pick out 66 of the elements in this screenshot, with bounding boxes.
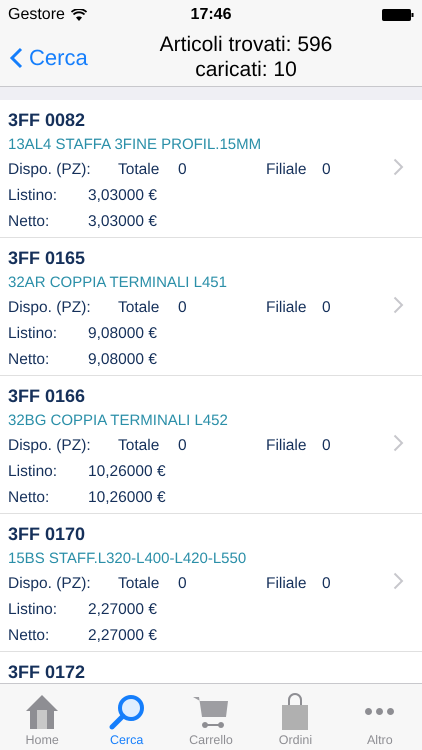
total-label: Totale xyxy=(118,437,160,455)
tab-item[interactable]: Cerca xyxy=(84,684,169,750)
list-price-value: 2,27000 € xyxy=(88,601,157,619)
branch-value: 0 xyxy=(322,575,332,593)
net-price-value: 9,08000 € xyxy=(88,351,157,369)
total-value: 0 xyxy=(178,437,188,455)
availability-label: Dispo. (PZ): xyxy=(8,161,92,179)
chevron-icon[interactable] xyxy=(393,158,404,176)
total-value: 0 xyxy=(178,161,188,179)
nav-subtitle: caricati: 10 xyxy=(195,57,297,82)
tab-item[interactable]: Carrello xyxy=(168,684,254,750)
branch-label: Filiale xyxy=(266,161,308,179)
list-price-label: Listino: xyxy=(8,601,58,619)
chevron-icon[interactable] xyxy=(393,434,404,452)
branch-label: Filiale xyxy=(266,437,308,455)
more-icon xyxy=(365,708,394,715)
availability-label: Dispo. (PZ): xyxy=(8,299,92,317)
total-label: Totale xyxy=(118,161,160,179)
net-price-label: Netto: xyxy=(8,351,50,369)
tab-item[interactable]: Altro xyxy=(338,684,422,750)
home-icon xyxy=(24,693,60,731)
article-code: 3FF 0170 xyxy=(8,523,86,546)
article-code: 3FF 0165 xyxy=(8,247,86,270)
back-chevron-icon xyxy=(10,47,23,69)
net-price-value: 10,26000 € xyxy=(88,489,166,507)
tab-item[interactable]: Ordini xyxy=(253,684,338,750)
article-description: 32AR COPPIA TERMINALI L451 xyxy=(8,273,228,293)
net-price-label: Netto: xyxy=(8,489,50,507)
article-code: 3FF 0082 xyxy=(8,109,86,132)
total-value: 0 xyxy=(178,299,188,317)
chevron-icon[interactable] xyxy=(393,296,404,314)
list-price-label: Listino: xyxy=(8,187,58,205)
nav-title: Articoli trovati: 596 xyxy=(160,32,332,57)
tab-item[interactable]: Home xyxy=(0,684,84,750)
search-icon xyxy=(108,693,146,731)
branch-value: 0 xyxy=(322,299,332,317)
article-description: 15BS STAFF.L320-L400-L420-L550 xyxy=(8,549,248,569)
article-description: 32BG COPPIA TERMINALI L452 xyxy=(8,411,229,431)
bag-icon xyxy=(280,693,310,731)
branch-label: Filiale xyxy=(266,299,308,317)
article-description: 13AL4 STAFFA 3FINE PROFIL.15MM xyxy=(8,135,262,155)
list-price-label: Listino: xyxy=(8,325,58,343)
net-price-value: 2,27000 € xyxy=(88,627,157,645)
list-price-value: 9,08000 € xyxy=(88,325,157,343)
list-price-label: Listino: xyxy=(8,463,58,481)
net-price-label: Netto: xyxy=(8,627,50,645)
wifi-icon xyxy=(70,9,87,21)
battery-icon xyxy=(382,9,414,21)
total-label: Totale xyxy=(118,575,160,593)
availability-label: Dispo. (PZ): xyxy=(8,437,92,455)
list-price-value: 10,26000 € xyxy=(88,463,166,481)
list-price-value: 3,03000 € xyxy=(88,187,157,205)
article-code: 3FF 0166 xyxy=(8,385,86,408)
net-price-label: Netto: xyxy=(8,213,50,231)
total-value: 0 xyxy=(178,575,188,593)
chevron-icon[interactable] xyxy=(393,572,404,590)
availability-label: Dispo. (PZ): xyxy=(8,575,92,593)
status-time: 17:46 xyxy=(190,6,232,24)
total-label: Totale xyxy=(118,299,160,317)
carrier-name: Gestore xyxy=(8,6,65,24)
article-code: 3FF 0172 xyxy=(8,661,86,683)
net-price-value: 3,03000 € xyxy=(88,213,157,231)
back-button[interactable]: Cerca xyxy=(0,45,88,71)
branch-value: 0 xyxy=(322,161,332,179)
branch-label: Filiale xyxy=(266,575,308,593)
branch-value: 0 xyxy=(322,437,332,455)
